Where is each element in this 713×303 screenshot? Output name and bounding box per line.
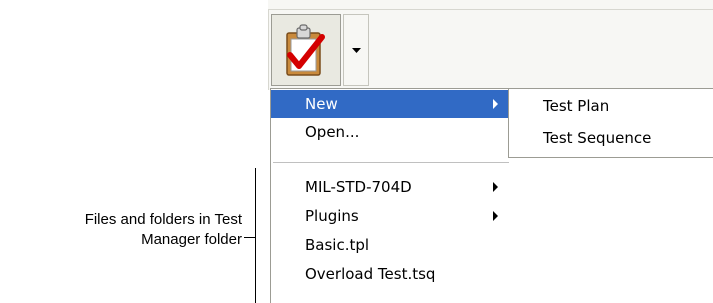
submenu-item-label: Test Plan <box>543 97 610 115</box>
submenu-item-test-plan[interactable]: Test Plan <box>509 92 713 120</box>
annotation-line-1: Files and folders in Test <box>84 211 242 228</box>
menu-item-label: Open... <box>305 123 360 141</box>
chevron-down-icon <box>352 48 361 53</box>
submenu-arrow-icon <box>493 99 498 109</box>
submenu-arrow-icon <box>493 211 498 221</box>
submenu-arrow-icon <box>493 182 498 192</box>
menu-item-label: Basic.tpl <box>305 236 370 254</box>
menu-item-plugins[interactable]: Plugins <box>271 202 510 230</box>
dropdown-button[interactable] <box>343 14 369 86</box>
clipboard-checkmark-icon <box>286 24 325 76</box>
new-submenu: Test Plan Test Sequence <box>508 88 713 158</box>
test-manager-button-face[interactable] <box>271 14 341 86</box>
menu-item-label: Overload Test.tsq <box>305 265 436 283</box>
menu-item-label: MIL-STD-704D <box>305 178 412 196</box>
dropdown-menu: New Open... MIL-STD-704D Plugins Basic.t… <box>270 88 515 303</box>
menu-item-open[interactable]: Open... <box>271 118 510 146</box>
menu-item-basic-tpl[interactable]: Basic.tpl <box>271 231 510 259</box>
menu-item-label: Plugins <box>305 207 359 225</box>
menu-item-new[interactable]: New <box>271 90 510 118</box>
dropdown-button-face[interactable] <box>343 14 369 86</box>
test-manager-button[interactable] <box>271 14 341 86</box>
toolbar-left-border <box>268 9 269 90</box>
annotation-line-2: Manager folder <box>141 231 242 248</box>
annotation-bracket-tick <box>244 237 256 238</box>
annotation-callout: Files and folders in Test Manager folder <box>0 210 242 250</box>
menu-item-overload-test-tsq[interactable]: Overload Test.tsq <box>271 260 510 288</box>
submenu-item-label: Test Sequence <box>543 129 652 147</box>
menu-separator <box>273 162 509 163</box>
toolbar-top-border <box>268 9 713 10</box>
submenu-item-test-sequence[interactable]: Test Sequence <box>509 124 713 152</box>
annotation-bracket <box>255 168 256 303</box>
menu-item-label: New <box>305 95 338 113</box>
menu-item-mil-std-704d[interactable]: MIL-STD-704D <box>271 173 510 201</box>
